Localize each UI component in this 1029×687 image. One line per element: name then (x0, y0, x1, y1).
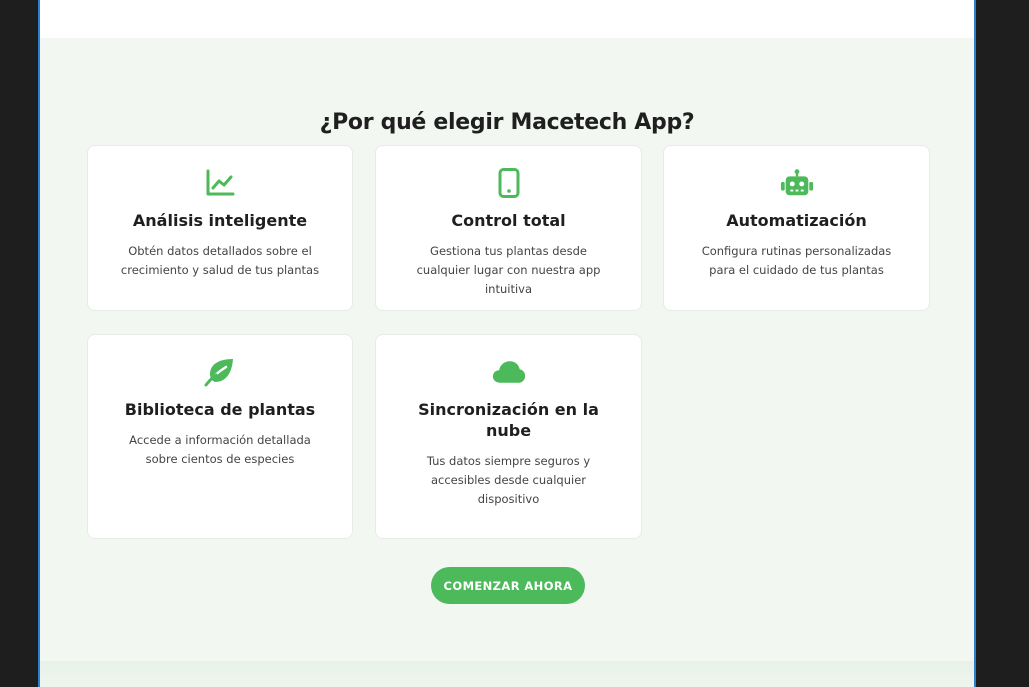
feature-title: Biblioteca de plantas (124, 400, 316, 419)
feature-title: Automatización (726, 211, 867, 230)
feature-card-cloud-sync: Sincronización en la nube Tus datos siem… (375, 334, 642, 539)
chart-line-icon (203, 166, 237, 200)
mobile-phone-icon (492, 166, 526, 200)
feature-card-library: Biblioteca de plantas Accede a informaci… (87, 334, 353, 539)
feature-description: Obtén datos detallados sobre el crecimie… (120, 244, 320, 277)
feature-description: Gestiona tus plantas desde cualquier lug… (416, 244, 601, 296)
feature-title: Análisis inteligente (132, 211, 308, 230)
cloud-icon (492, 355, 526, 389)
leaf-icon (203, 355, 237, 389)
robot-icon (780, 166, 814, 200)
start-now-button[interactable]: COMENZAR AHORA (431, 567, 585, 604)
feature-title: Sincronización en la nube (418, 400, 599, 440)
page-viewport: ¿Por qué elegir Macetech App? Análisis i… (38, 0, 976, 687)
feature-card-control: Control total Gestiona tus plantas desde… (375, 145, 642, 311)
feature-description: Accede a información detallada sobre cie… (129, 433, 311, 466)
feature-card-automation: Automatización Configura rutinas persona… (663, 145, 930, 311)
feature-card-analysis: Análisis inteligente Obtén datos detalla… (87, 145, 353, 311)
section-title: ¿Por qué elegir Macetech App? (319, 110, 695, 136)
next-section (40, 661, 974, 687)
feature-description: Tus datos siempre seguros y accesibles d… (426, 454, 591, 506)
previous-section (40, 0, 974, 38)
feature-title: Control total (451, 211, 566, 230)
feature-description: Configura rutinas personalizadas para el… (701, 244, 892, 277)
